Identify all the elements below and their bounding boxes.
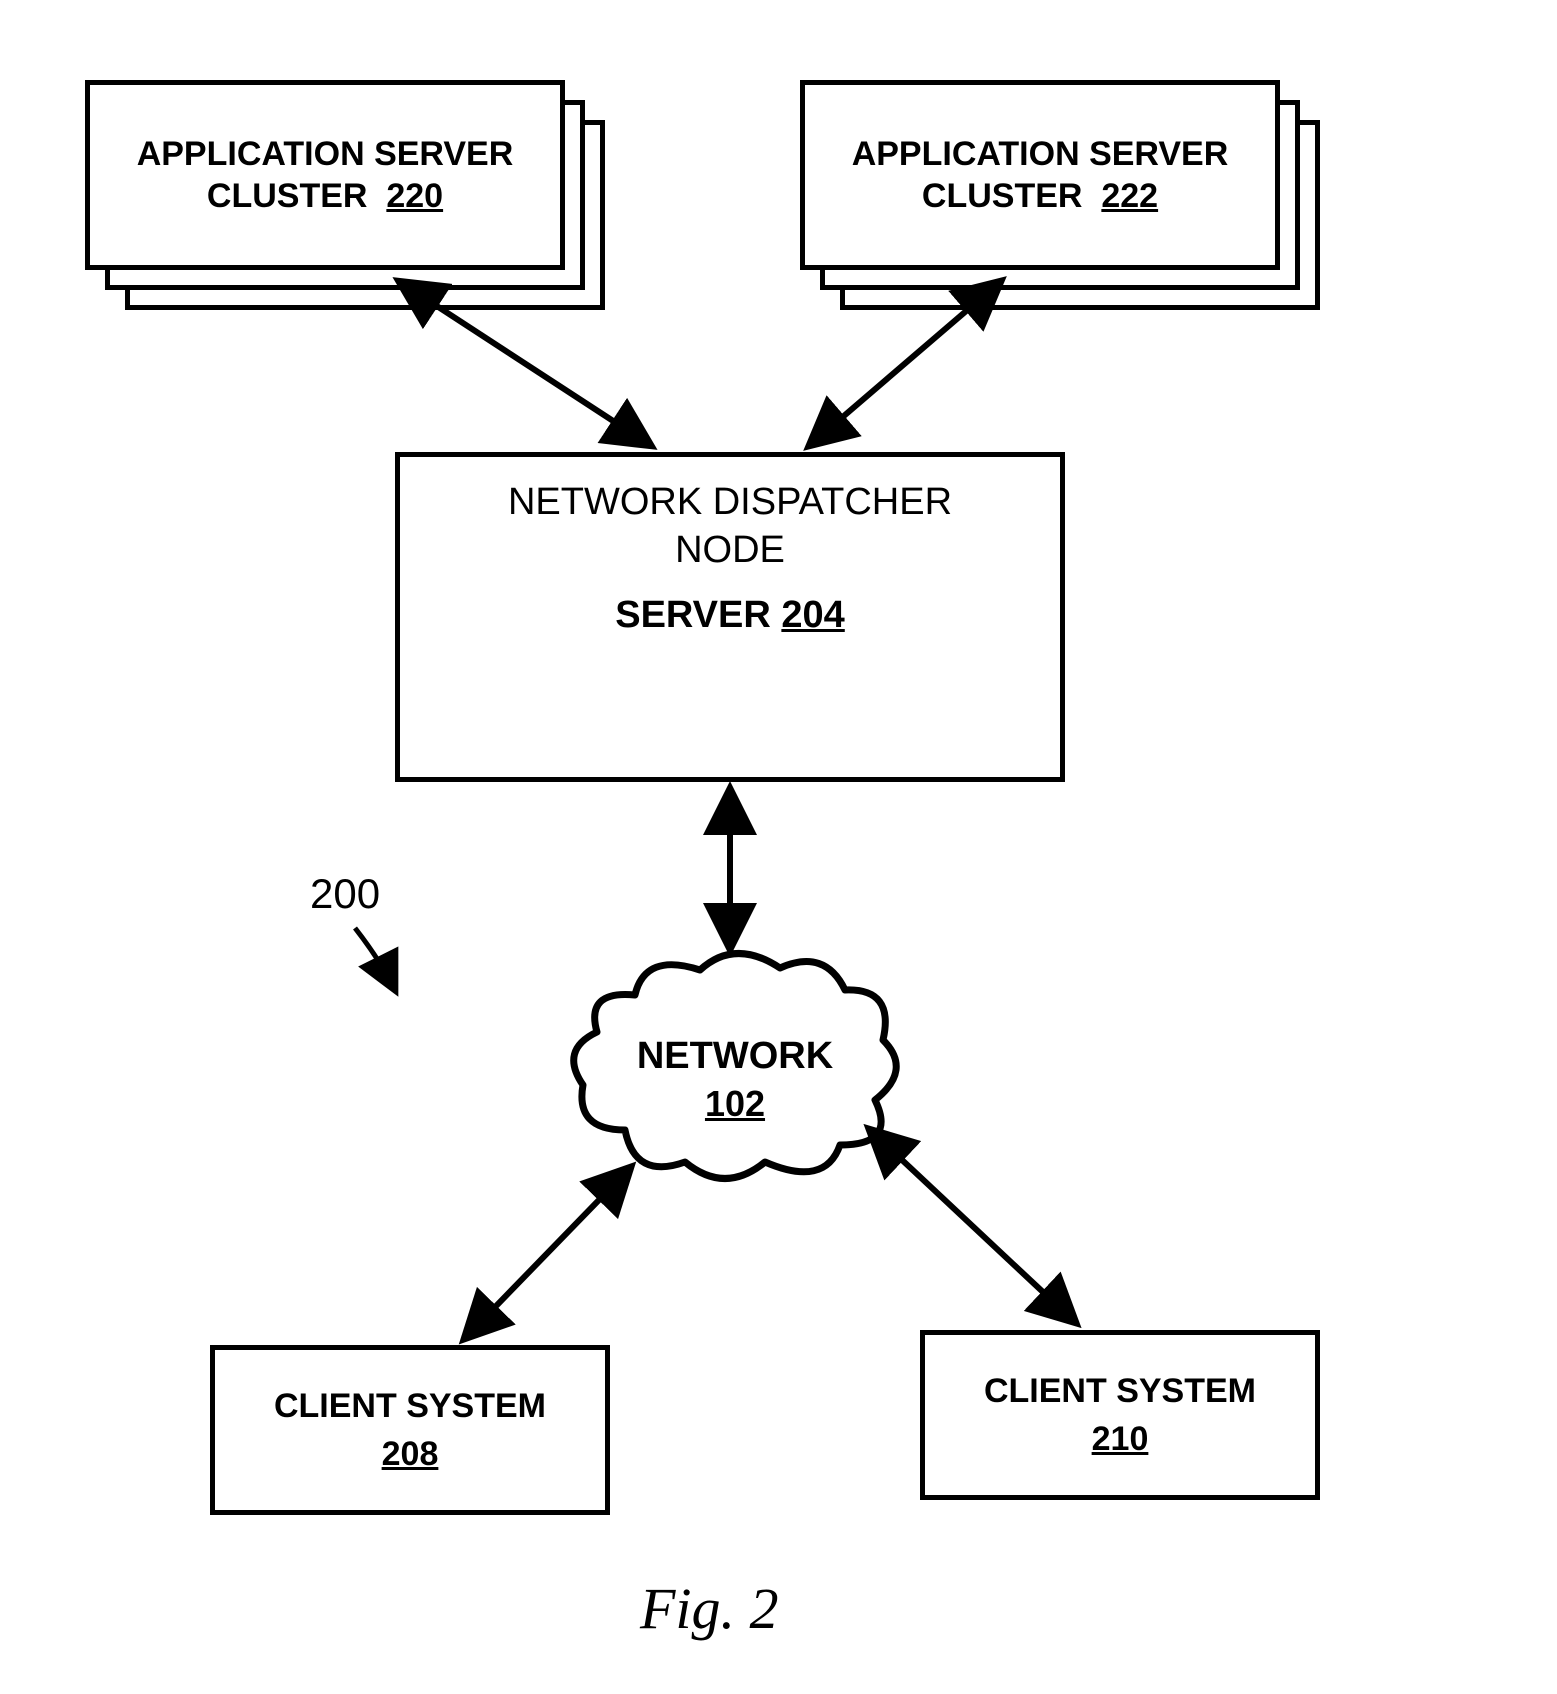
diagram-canvas: APPLICATION SERVER CLUSTER 220 APPLICATI… [0, 0, 1557, 1694]
network-dispatcher-node: NETWORK DISPATCHER NODE SERVER 204 [395, 452, 1065, 782]
dispatcher-server-label: SERVER 204 [615, 592, 845, 640]
dispatcher-title: NETWORK DISPATCHER NODE [508, 479, 952, 574]
app-server-cluster-left: APPLICATION SERVER CLUSTER 220 [85, 80, 605, 310]
figure-caption: Fig. 2 [640, 1575, 779, 1642]
client-system-left: CLIENT SYSTEM 208 [210, 1345, 610, 1515]
network-label: NETWORK 102 [565, 1032, 905, 1128]
network-cloud: NETWORK 102 [565, 940, 905, 1200]
system-reference-number: 200 [310, 870, 380, 918]
cluster-right-text: APPLICATION SERVER CLUSTER 222 [852, 133, 1229, 218]
client-system-right: CLIENT SYSTEM 210 [920, 1330, 1320, 1500]
app-server-cluster-right: APPLICATION SERVER CLUSTER 222 [800, 80, 1320, 310]
cluster-left-text: APPLICATION SERVER CLUSTER 220 [137, 133, 514, 218]
